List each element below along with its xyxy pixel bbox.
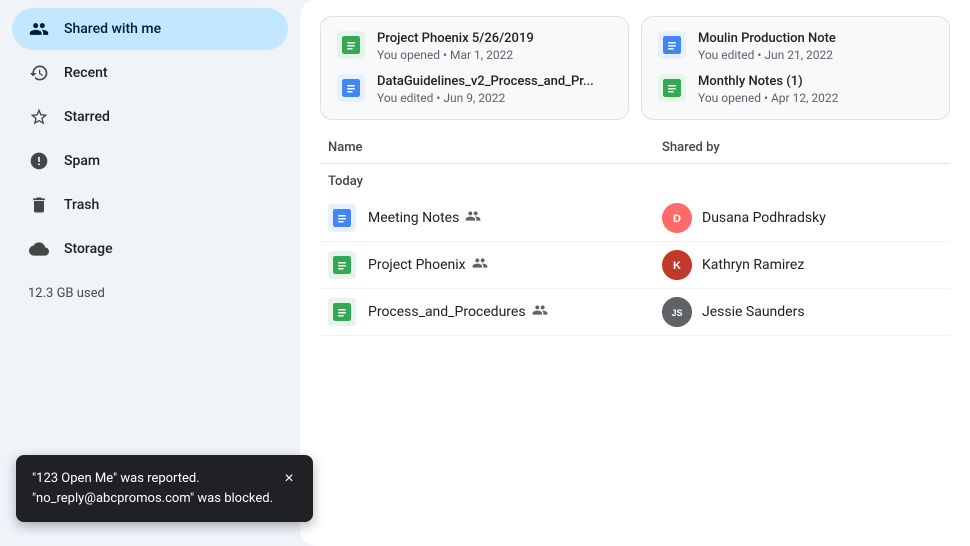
sidebar-label-storage: Storage: [64, 241, 113, 257]
storage-info: 12.3 GB used: [12, 276, 288, 311]
sidebar-item-trash[interactable]: Trash: [12, 184, 288, 226]
starred-icon: [28, 106, 50, 128]
row-shared-process-procedures: JS Jessie Saunders: [662, 297, 942, 327]
file-name-process-procedures: Process_and_Procedures: [368, 302, 548, 322]
card-sub-3: You edited • Jun 21, 2022: [698, 48, 836, 62]
svg-text:D: D: [673, 213, 681, 225]
files-table: Name Shared by Today Meeting Notes: [320, 140, 950, 530]
card-title-3: Moulin Production Note: [698, 31, 836, 46]
card-title-2: DataGuidelines_v2_Process_and_Pr...: [377, 74, 594, 89]
table-header: Name Shared by: [320, 140, 950, 164]
sidebar-item-storage[interactable]: Storage: [12, 228, 288, 270]
avatar-kathryn: K: [662, 250, 692, 280]
sidebar-item-starred[interactable]: Starred: [12, 96, 288, 138]
sidebar-label-recent: Recent: [64, 65, 108, 81]
docs-icon-meeting-notes: [328, 204, 356, 232]
avatar-jessie: JS: [662, 297, 692, 327]
storage-icon: [28, 238, 50, 260]
shared-people-icon-1: [465, 208, 481, 228]
row-shared-project-phoenix: K Kathryn Ramirez: [662, 250, 942, 280]
shared-with-me-icon: [28, 18, 50, 40]
section-today-label: Today: [320, 164, 950, 195]
recent-card-1: Project Phoenix 5/26/2019 You opened • M…: [320, 16, 629, 120]
row-name-meeting-notes: Meeting Notes: [328, 204, 662, 232]
file-name-meeting-notes: Meeting Notes: [368, 208, 481, 228]
shared-by-jessie: Jessie Saunders: [702, 304, 805, 320]
sidebar-item-recent[interactable]: Recent: [12, 52, 288, 94]
col-header-name: Name: [328, 140, 662, 155]
row-name-project-phoenix: Project Phoenix: [328, 251, 662, 279]
svg-text:JS: JS: [671, 308, 682, 318]
col-header-shared: Shared by: [662, 140, 942, 155]
toast-line1: "123 Open Me" was reported.: [32, 469, 273, 489]
card-sub-2: You edited • Jun 9, 2022: [377, 91, 594, 105]
docs-icon-card2-1: [658, 31, 686, 59]
sidebar-item-spam[interactable]: Spam: [12, 140, 288, 182]
recent-card-2: Moulin Production Note You edited • Jun …: [641, 16, 950, 120]
row-name-process-procedures: Process_and_Procedures: [328, 298, 662, 326]
sidebar-label-spam: Spam: [64, 153, 100, 169]
card-sub-4: You opened • Apr 12, 2022: [698, 91, 838, 105]
recent-cards-row: Project Phoenix 5/26/2019 You opened • M…: [320, 16, 950, 120]
sheets-icon-project-phoenix: [328, 251, 356, 279]
avatar-dusana: D: [662, 203, 692, 233]
shared-by-dusana: Dusana Podhradsky: [702, 210, 826, 226]
card-item-text-2: DataGuidelines_v2_Process_and_Pr... You …: [377, 74, 594, 105]
table-row[interactable]: Meeting Notes D Dusana Podhradsky: [320, 195, 950, 242]
card-item-text-1: Project Phoenix 5/26/2019 You opened • M…: [377, 31, 534, 62]
spam-icon: [28, 150, 50, 172]
sheets-icon-card2-2: [658, 74, 686, 102]
sidebar-label-shared: Shared with me: [64, 21, 161, 37]
table-row[interactable]: Process_and_Procedures JS Jessie Saunder…: [320, 289, 950, 336]
sidebar-label-trash: Trash: [64, 197, 99, 213]
row-shared-meeting-notes: D Dusana Podhradsky: [662, 203, 942, 233]
file-name-project-phoenix: Project Phoenix: [368, 255, 488, 275]
trash-icon: [28, 194, 50, 216]
card-item-project-phoenix[interactable]: Project Phoenix 5/26/2019 You opened • M…: [337, 31, 612, 62]
table-row[interactable]: Project Phoenix K Kathryn Ramirez: [320, 242, 950, 289]
shared-people-icon-3: [532, 302, 548, 322]
docs-icon-card1-2: [337, 74, 365, 102]
main-content: Project Phoenix 5/26/2019 You opened • M…: [300, 0, 970, 546]
card-item-dataguidelines[interactable]: DataGuidelines_v2_Process_and_Pr... You …: [337, 74, 612, 105]
toast-line2: "no_reply@abcpromos.com" was blocked.: [32, 489, 273, 509]
shared-by-kathryn: Kathryn Ramirez: [702, 257, 804, 273]
sidebar-item-shared-with-me[interactable]: Shared with me: [12, 8, 288, 50]
sheets-icon-process-procedures: [328, 298, 356, 326]
card-title-4: Monthly Notes (1): [698, 74, 838, 89]
card-item-monthly-notes[interactable]: Monthly Notes (1) You opened • Apr 12, 2…: [658, 74, 933, 105]
sheets-icon-card1-1: [337, 31, 365, 59]
card-sub-1: You opened • Mar 1, 2022: [377, 48, 534, 62]
card-item-moulin[interactable]: Moulin Production Note You edited • Jun …: [658, 31, 933, 62]
toast-notification: "123 Open Me" was reported. "no_reply@ab…: [16, 455, 313, 522]
toast-close-button[interactable]: ×: [277, 467, 301, 491]
card-item-text-4: Monthly Notes (1) You opened • Apr 12, 2…: [698, 74, 838, 105]
card-title-1: Project Phoenix 5/26/2019: [377, 31, 534, 46]
sidebar-label-starred: Starred: [64, 109, 110, 125]
card-item-text-3: Moulin Production Note You edited • Jun …: [698, 31, 836, 62]
svg-text:K: K: [673, 260, 681, 272]
recent-icon: [28, 62, 50, 84]
shared-people-icon-2: [472, 255, 488, 275]
